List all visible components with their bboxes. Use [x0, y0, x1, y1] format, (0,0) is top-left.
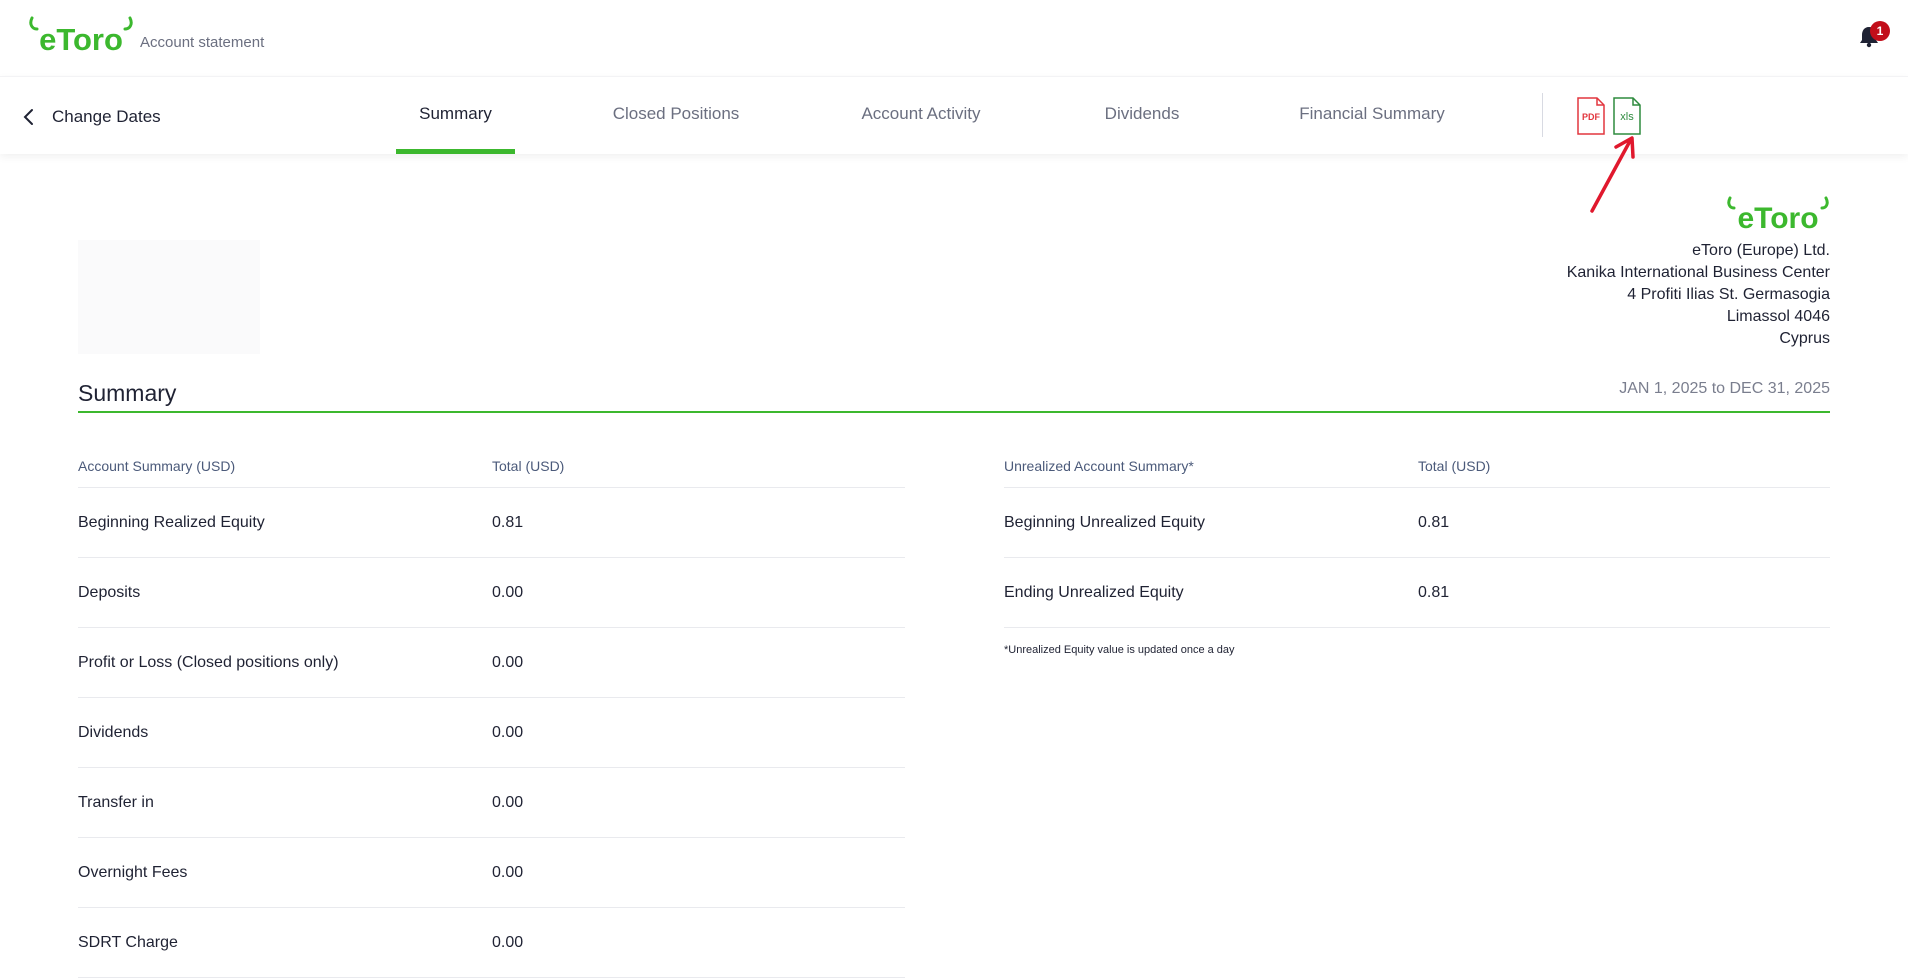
- pdf-label: PDF: [1582, 112, 1601, 122]
- row-value: 0.81: [1418, 513, 1450, 531]
- table-row: Profit or Loss (Closed positions only) 0…: [78, 628, 905, 698]
- tab-summary[interactable]: Summary: [396, 77, 515, 154]
- row-value: 0.81: [1418, 583, 1450, 601]
- page-subtitle: Account statement: [140, 34, 265, 51]
- row-value: 0.00: [492, 933, 524, 951]
- tab-financial-summary[interactable]: Financial Summary: [1296, 77, 1448, 154]
- table-row: Deposits 0.00: [78, 558, 905, 628]
- company-address-line: 4 Profiti Ilias St. Germasogia: [1627, 286, 1830, 303]
- xls-label: xls: [1620, 111, 1634, 123]
- annotation-arrow-icon: [1590, 136, 1635, 213]
- company-address-line: Kanika International Business Center: [1566, 264, 1830, 281]
- row-label: Transfer in: [78, 793, 154, 811]
- table-header: Unrealized Account Summary* Total (USD): [1004, 458, 1830, 488]
- table-header: Account Summary (USD) Total (USD): [78, 458, 905, 488]
- table-row: Beginning Realized Equity 0.81: [78, 488, 905, 558]
- company-address: eToro (Europe) Ltd. Kanika International…: [1567, 240, 1830, 350]
- row-value: 0.00: [492, 723, 524, 741]
- account-summary-table: Account Summary (USD) Total (USD) Beginn…: [78, 458, 905, 978]
- row-label: Deposits: [78, 583, 141, 601]
- summary-date-range: JAN 1, 2025 to DEC 31, 2025: [1619, 380, 1830, 397]
- column-header: Account Summary (USD): [78, 458, 236, 474]
- row-label: Overnight Fees: [78, 863, 188, 881]
- nav-divider: [1542, 93, 1543, 137]
- company-etoro-logo: eToro: [1727, 196, 1829, 232]
- table-row: Beginning Unrealized Equity 0.81: [1004, 488, 1830, 558]
- company-address-line: Limassol 4046: [1726, 308, 1830, 325]
- chevron-left-icon: [23, 109, 33, 125]
- column-header: Total (USD): [1418, 458, 1491, 474]
- svg-text:eToro: eToro: [1737, 202, 1818, 232]
- xls-download-icon[interactable]: xls: [1612, 97, 1642, 135]
- change-dates-button[interactable]: Change Dates: [22, 105, 161, 129]
- company-name: eToro (Europe) Ltd.: [1692, 242, 1830, 259]
- summary-title: Summary: [78, 380, 177, 406]
- table-row: Transfer in 0.00: [78, 768, 905, 838]
- row-label: Profit or Loss (Closed positions only): [78, 653, 339, 671]
- row-label: Beginning Realized Equity: [78, 513, 265, 531]
- tab-account-activity[interactable]: Account Activity: [852, 77, 990, 154]
- row-value: 0.00: [492, 863, 524, 881]
- pdf-download-icon[interactable]: PDF: [1576, 97, 1606, 135]
- svg-text:eToro: eToro: [39, 22, 123, 56]
- unrealized-summary-table: Unrealized Account Summary* Total (USD) …: [1004, 458, 1830, 628]
- row-label: Dividends: [78, 723, 149, 741]
- column-header: Unrealized Account Summary*: [1004, 458, 1194, 474]
- row-label: Ending Unrealized Equity: [1004, 583, 1184, 601]
- change-dates-label: Change Dates: [52, 107, 161, 126]
- row-value: 0.00: [492, 793, 524, 811]
- row-value: 0.00: [492, 583, 524, 601]
- table-row: Dividends 0.00: [78, 698, 905, 768]
- notification-badge: 1: [1870, 21, 1890, 41]
- unrealized-footnote: *Unrealized Equity value is updated once…: [1004, 644, 1235, 656]
- tab-closed-positions[interactable]: Closed Positions: [606, 77, 746, 154]
- row-label: SDRT Charge: [78, 933, 178, 951]
- row-value: 0.00: [492, 653, 524, 671]
- row-label: Beginning Unrealized Equity: [1004, 513, 1206, 531]
- table-row: Ending Unrealized Equity 0.81: [1004, 558, 1830, 628]
- tab-dividends[interactable]: Dividends: [1100, 77, 1184, 154]
- column-header: Total (USD): [492, 458, 565, 474]
- etoro-logo[interactable]: eToro: [28, 16, 134, 56]
- company-country: Cyprus: [1779, 330, 1830, 347]
- table-row: Overnight Fees 0.00: [78, 838, 905, 908]
- row-value: 0.81: [492, 513, 524, 531]
- user-info-placeholder: [78, 240, 260, 354]
- top-bar: eToro Account statement 1: [0, 0, 1908, 76]
- table-row: SDRT Charge 0.00: [78, 908, 905, 978]
- summary-divider: [78, 411, 1830, 413]
